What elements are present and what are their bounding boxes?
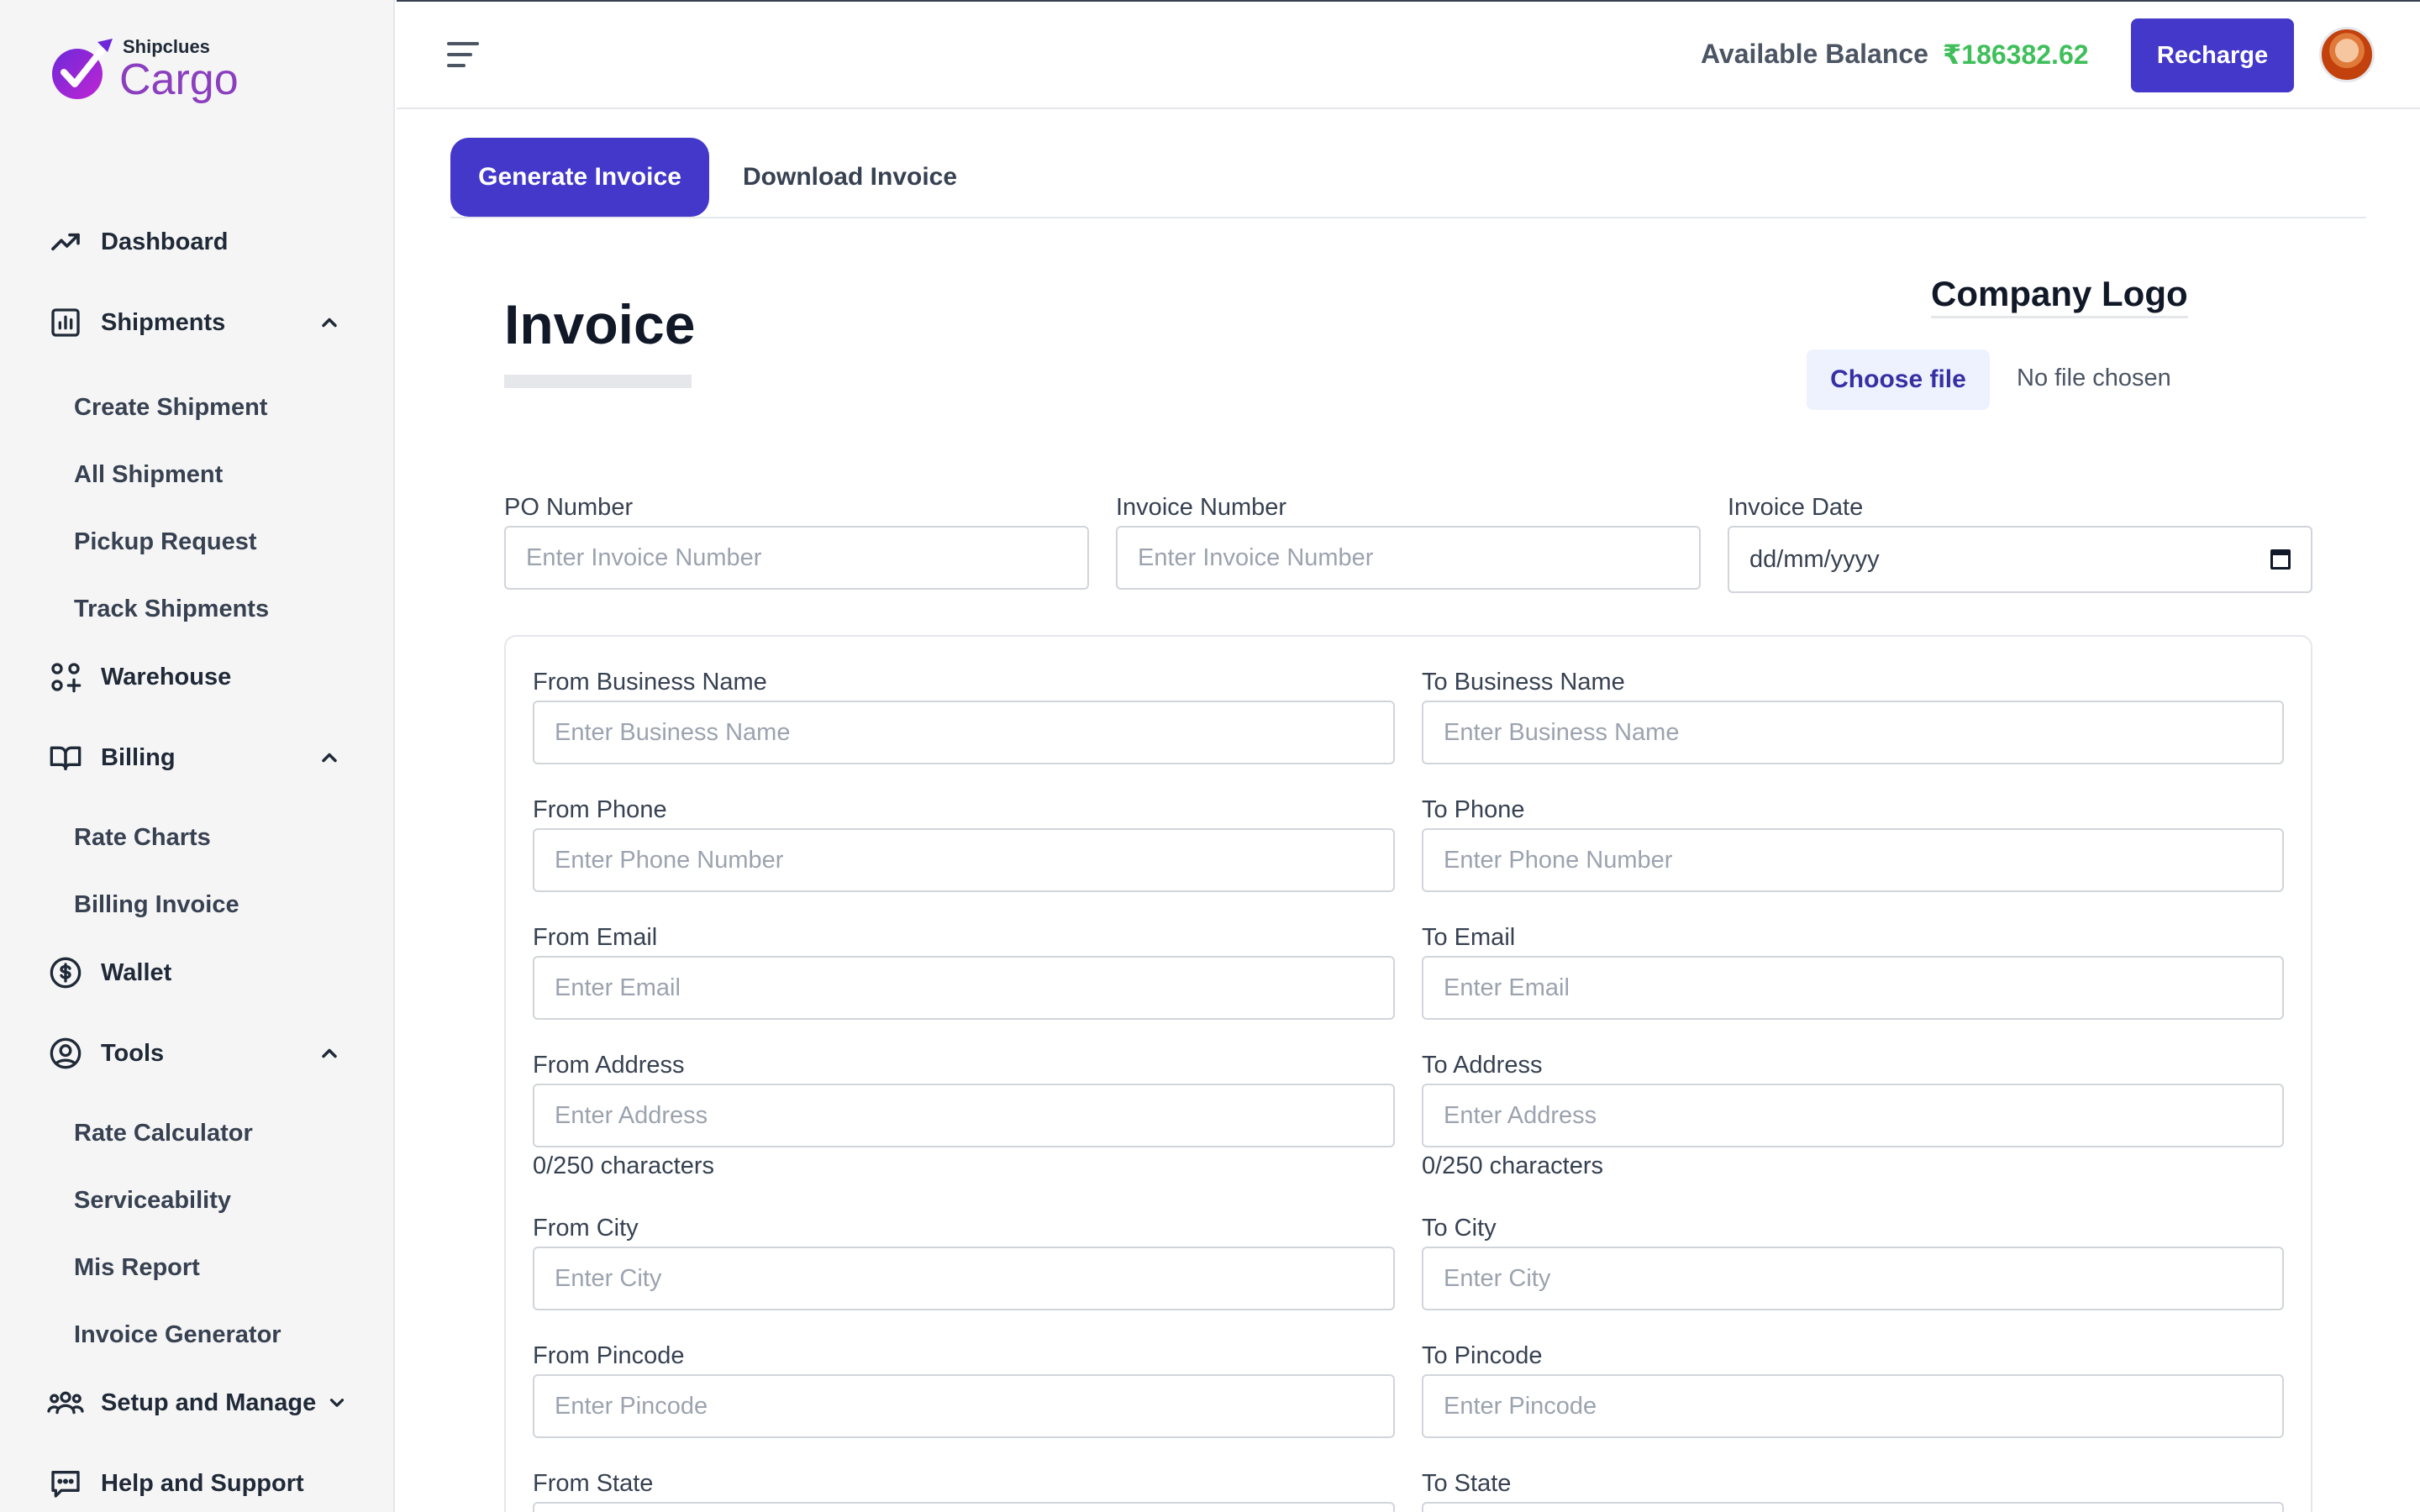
app-root: Shipclues Cargo Dashboard Shipments Crea… [0,0,2420,1512]
from-pincode-input[interactable] [533,1374,1395,1438]
choose-file-button[interactable]: Choose file [1807,349,1990,410]
sidebar-item-help-and-support[interactable]: Help and Support [47,1460,304,1507]
sidebar-item-label: Shipments [101,308,226,336]
to-business-input[interactable] [1422,701,2284,764]
user-circle-icon [47,1035,84,1072]
sidebar-item-label: Warehouse [101,663,232,690]
to-pincode-input[interactable] [1422,1374,2284,1438]
sidebar-subitem-rate-calculator[interactable]: Rate Calculator [74,1112,253,1154]
to-phone-input[interactable] [1422,828,2284,892]
invoice-number-label: Invoice Number [1116,494,1287,521]
to-address-label: To Address [1422,1052,1543,1079]
po-number-label: PO Number [504,494,634,521]
logo-check-icon [49,37,114,102]
calendar-icon[interactable] [2270,549,2291,570]
book-open-icon [47,739,84,776]
sidebar-item-shipments[interactable]: Shipments [47,299,337,346]
users-group-icon [47,1384,84,1421]
to-pincode-label: To Pincode [1422,1342,1543,1369]
sidebar-subitem-pickup-request[interactable]: Pickup Request [74,521,257,563]
invoice-number-input[interactable] [1116,526,1701,590]
from-business-input[interactable] [533,701,1395,764]
chevron-up-icon [322,753,337,763]
invoice-date-label: Invoice Date [1728,494,1864,521]
sidebar-subitem-track-shipments[interactable]: Track Shipments [74,588,269,630]
to-business-label: To Business Name [1422,669,1625,696]
sidebar-item-label: Help and Support [101,1469,304,1497]
from-business-label: From Business Name [533,669,767,696]
to-city-input[interactable] [1422,1247,2284,1310]
sidebar-subitem-all-shipment[interactable]: All Shipment [74,454,223,496]
brand-small: Shipclues [123,36,210,57]
bar-chart-icon [47,304,84,341]
chat-bubble-icon [47,1465,84,1502]
from-email-input[interactable] [533,956,1395,1020]
from-state-label: From State [533,1470,654,1497]
to-email-input[interactable] [1422,956,2284,1020]
sidebar: Shipclues Cargo Dashboard Shipments Crea… [0,0,395,1512]
file-status-text: No file chosen [2017,365,2171,391]
from-state-select[interactable] [533,1502,1395,1512]
sidebar-subitem-serviceability[interactable]: Serviceability [74,1179,231,1221]
from-pincode-label: From Pincode [533,1342,685,1369]
from-address-label: From Address [533,1052,685,1079]
tab-generate-invoice[interactable]: Generate Invoice [450,138,709,217]
sidebar-item-label: Billing [101,743,176,771]
sidebar-item-dashboard[interactable]: Dashboard [47,218,228,265]
sidebar-subitem-mis-report[interactable]: Mis Report [74,1247,200,1289]
to-city-label: To City [1422,1215,1497,1242]
brand-logo[interactable]: Shipclues Cargo [49,32,239,108]
from-city-input[interactable] [533,1247,1395,1310]
trending-up-icon [47,223,84,260]
chevron-up-icon [322,318,337,328]
from-phone-input[interactable] [533,828,1395,892]
sidebar-subitem-invoice-generator[interactable]: Invoice Generator [74,1314,281,1356]
sidebar-item-tools[interactable]: Tools [47,1030,337,1077]
brand-big: Cargo [119,55,239,104]
sidebar-subitem-billing-invoice[interactable]: Billing Invoice [74,884,239,926]
sidebar-subitem-create-shipment[interactable]: Create Shipment [74,386,267,428]
invoice-tabs: Generate Invoice Download Invoice [450,138,2366,218]
from-city-label: From City [533,1215,639,1242]
to-email-label: To Email [1422,924,1516,951]
to-phone-label: To Phone [1422,796,1525,823]
balance-value: ₹186382.62 [1943,39,2089,70]
sidebar-item-warehouse[interactable]: Warehouse [47,654,231,701]
address-card: From Business Name From Phone From Email… [504,635,2312,1512]
sidebar-item-label: Tools [101,1039,165,1067]
to-state-select[interactable] [1422,1502,2284,1512]
chevron-up-icon [322,1048,337,1058]
sidebar-item-label: Setup and Manage [101,1389,317,1416]
from-email-label: From Email [533,924,658,951]
dollar-circle-icon [47,954,84,991]
sidebar-item-wallet[interactable]: Wallet [47,949,171,996]
balance-label: Available Balance [1701,39,1928,69]
recharge-button[interactable]: Recharge [2131,18,2294,92]
tab-download-invoice[interactable]: Download Invoice [743,138,957,217]
invoice-date-input[interactable]: dd/mm/yyyy [1728,526,2312,593]
to-state-label: To State [1422,1470,1512,1497]
po-number-input[interactable] [504,526,1089,590]
avatar[interactable] [2319,27,2375,82]
sidebar-item-label: Dashboard [101,228,229,255]
from-address-input[interactable] [533,1084,1395,1147]
company-logo-heading: Company Logo [1931,274,2188,318]
chevron-down-icon [330,1399,345,1407]
sidebar-item-billing[interactable]: Billing [47,734,337,781]
sidebar-subitem-rate-charts[interactable]: Rate Charts [74,816,211,858]
title-underline [504,375,692,388]
menu-toggle-icon[interactable] [447,40,481,71]
to-address-counter: 0/250 characters [1422,1152,1604,1179]
from-address-counter: 0/250 characters [533,1152,715,1179]
sidebar-item-label: Wallet [101,958,172,986]
grid-plus-icon [47,659,84,696]
page-title: Invoice [504,293,696,355]
date-placeholder: dd/mm/yyyy [1749,545,1880,573]
top-header: Available Balance ₹186382.62 Recharge [397,0,2420,109]
sidebar-item-setup-and-manage[interactable]: Setup and Manage [47,1379,348,1426]
to-address-input[interactable] [1422,1084,2284,1147]
from-phone-label: From Phone [533,796,667,823]
